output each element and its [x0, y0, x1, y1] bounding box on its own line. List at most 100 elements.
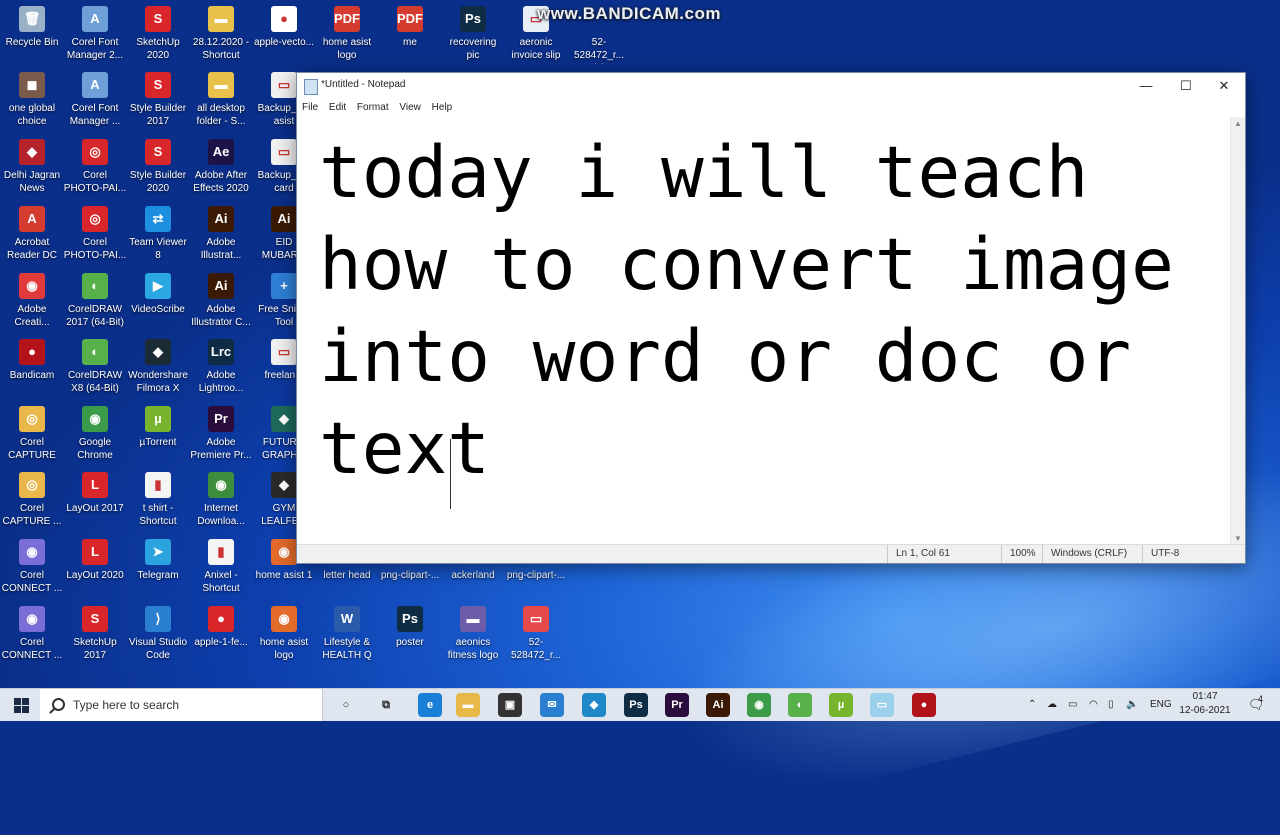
desktop-icon[interactable]: ▶ VideoScribe: [126, 269, 190, 335]
app-icon: Ae: [208, 139, 234, 165]
desktop-icon[interactable]: ● apple-vecto...: [252, 2, 316, 68]
file-explorer-icon[interactable]: ▬: [456, 693, 480, 717]
desktop-icon[interactable]: S Style Builder 2020: [126, 135, 190, 201]
bandicam-icon[interactable]: ●: [912, 693, 936, 717]
desktop-icon[interactable]: ▮ Anixel - Shortcut: [189, 535, 253, 601]
menu-help[interactable]: Help: [432, 99, 453, 117]
desktop-icon[interactable]: ➤ Telegram: [126, 535, 190, 601]
cortana-icon[interactable]: ○: [334, 693, 358, 717]
chrome-icon[interactable]: ◉: [747, 693, 771, 717]
desktop-icon[interactable]: PDF home asist logo: [315, 2, 379, 68]
desktop-icon[interactable]: A Corel Font Manager ...: [63, 68, 127, 134]
text-editor[interactable]: today i will teach how to convert image …: [297, 117, 1231, 545]
desktop-icon[interactable]: Ps poster: [378, 602, 442, 668]
search-placeholder: Type here to search: [73, 698, 180, 712]
menu-format[interactable]: Format: [357, 99, 389, 117]
desktop-icon[interactable]: ◉ Google Chrome: [63, 402, 127, 468]
desktop-icon[interactable]: Lrc Adobe Lightroo...: [189, 335, 253, 401]
desktop-icon[interactable]: W Lifestyle & HEALTH Q: [315, 602, 379, 668]
photoshop-icon[interactable]: Ps: [624, 693, 648, 717]
store-icon[interactable]: ▣: [498, 693, 522, 717]
desktop-icon[interactable]: ◐ CorelDRAW X8 (64-Bit): [63, 335, 127, 401]
desktop-icon[interactable]: ◐ CorelDRAW 2017 (64-Bit): [63, 269, 127, 335]
desktop-icon[interactable]: Ai Adobe Illustrat...: [189, 202, 253, 268]
desktop-icon[interactable]: ⟩ Visual Studio Code: [126, 602, 190, 668]
utorrent-icon[interactable]: µ: [829, 693, 853, 717]
desktop-icon[interactable]: ◉ Internet Downloa...: [189, 468, 253, 534]
desktop-icon[interactable]: ◆ Delhi Jagran News: [0, 135, 64, 201]
desktop-icon[interactable]: ▮ t shirt - Shortcut: [126, 468, 190, 534]
desktop-icon[interactable]: ▬ aeonics fitness logo: [441, 602, 505, 668]
desktop-icon[interactable]: PDF me: [378, 2, 442, 68]
desktop-icon[interactable]: ▬ 28.12.2020 - Shortcut: [189, 2, 253, 68]
desktop-icon[interactable]: A Acrobat Reader DC: [0, 202, 64, 268]
volume-icon[interactable]: 🔈: [1126, 689, 1138, 721]
illustrator-icon[interactable]: Ai: [706, 693, 730, 717]
desktop-icon[interactable]: ◆ Wondershare Filmora X: [126, 335, 190, 401]
desktop-icon[interactable]: ◎ Corel PHOTO-PAI...: [63, 135, 127, 201]
desktop-icon[interactable]: ◉ Corel CONNECT ...: [0, 535, 64, 601]
scroll-down-icon[interactable]: ▼: [1234, 534, 1242, 543]
system-clock[interactable]: 01:47 12-06-2021: [1175, 690, 1235, 718]
bird-app-icon[interactable]: ◆: [582, 693, 606, 717]
desktop-icon[interactable]: Ae Adobe After Effects 2020: [189, 135, 253, 201]
menu-edit[interactable]: Edit: [329, 99, 346, 117]
desktop-icon[interactable]: ⇄ Team Viewer 8: [126, 202, 190, 268]
edge-icon[interactable]: e: [418, 693, 442, 717]
menu-view[interactable]: View: [399, 99, 421, 117]
desktop-icon[interactable]: 🗑 Recycle Bin: [0, 2, 64, 68]
desktop-icon[interactable]: Pr Adobe Premiere Pr...: [189, 402, 253, 468]
desktop-icon[interactable]: ● Bandicam: [0, 335, 64, 401]
app-icon: ◐: [82, 339, 108, 365]
menu-file[interactable]: File: [302, 99, 318, 117]
desktop-icon[interactable]: ◉ Corel CONNECT ...: [0, 602, 64, 668]
desktop-icon[interactable]: µ µTorrent: [126, 402, 190, 468]
start-button[interactable]: [0, 689, 40, 721]
desktop-icon[interactable]: Ps recovering pic: [441, 2, 505, 68]
desktop-icon[interactable]: ▬ all desktop folder - S...: [189, 68, 253, 134]
desktop-icon[interactable]: ◎ Corel CAPTURE ...: [0, 468, 64, 534]
taskbar-search-box[interactable]: Type here to search: [40, 689, 323, 721]
desktop-icon[interactable]: L LayOut 2017: [63, 468, 127, 534]
desktop-icon[interactable]: ◉ home asist logo: [252, 602, 316, 668]
app-icon: L: [82, 539, 108, 565]
bandicam-watermark: www.BANDICAM.com: [537, 4, 721, 23]
desktop-icon[interactable]: S SketchUp 2020: [126, 2, 190, 68]
desktop-icon[interactable]: A Corel Font Manager 2...: [63, 2, 127, 68]
desktop-icon[interactable]: ● apple-1-fe...: [189, 602, 253, 668]
language-indicator[interactable]: ENG: [1150, 689, 1172, 721]
editor-content[interactable]: today i will teach how to convert image …: [319, 127, 1219, 495]
desktop-icon[interactable]: ▭ 52-528472_r...: [504, 602, 568, 668]
desktop-icon[interactable]: ◎ Corel PHOTO-PAI...: [63, 202, 127, 268]
mail-icon[interactable]: ✉: [540, 693, 564, 717]
minimize-button[interactable]: —: [1127, 73, 1165, 99]
notepad-title-bar[interactable]: *Untitled - Notepad — ☐ ✕: [297, 73, 1245, 99]
tray-overflow-icon[interactable]: ⌃: [1028, 689, 1036, 721]
onedrive-icon[interactable]: ☁: [1047, 689, 1057, 721]
task-view-icon[interactable]: ⧉: [374, 693, 398, 717]
desktop-icon[interactable]: S Style Builder 2017: [126, 68, 190, 134]
close-button[interactable]: ✕: [1205, 73, 1243, 99]
desktop-icon-label: apple-vecto...: [253, 37, 315, 48]
desktop-icon[interactable]: ◎ Corel CAPTURE 2...: [0, 402, 64, 468]
coreldraw-icon[interactable]: ◐: [788, 693, 812, 717]
desktop-icon[interactable]: S SketchUp 2017: [63, 602, 127, 668]
desktop-icon[interactable]: ◼ one global choice: [0, 68, 64, 134]
notepad-icon[interactable]: ▭: [870, 693, 894, 717]
desktop-icon-label: aeonics fitness logo: [447, 637, 499, 661]
maximize-button[interactable]: ☐: [1167, 73, 1205, 99]
premiere-icon[interactable]: Pr: [665, 693, 689, 717]
windows-logo-pane: [14, 706, 21, 713]
scroll-up-icon[interactable]: ▲: [1234, 119, 1242, 128]
app-icon: S: [82, 606, 108, 632]
desktop-icon[interactable]: L LayOut 2020: [63, 535, 127, 601]
desktop-icon[interactable]: ◉ Adobe Creati...: [0, 269, 64, 335]
app-icon: ➤: [145, 539, 171, 565]
app-icon: ◐: [82, 273, 108, 299]
desktop-icon[interactable]: Ai Adobe Illustrator C...: [189, 269, 253, 335]
desktop-icon-label: t shirt - Shortcut: [139, 503, 177, 527]
wifi-icon[interactable]: ◠: [1089, 689, 1098, 721]
network-icon[interactable]: ▭: [1068, 689, 1077, 721]
vertical-scrollbar[interactable]: ▲ ▼: [1230, 117, 1245, 545]
battery-icon[interactable]: ▯: [1108, 689, 1114, 721]
